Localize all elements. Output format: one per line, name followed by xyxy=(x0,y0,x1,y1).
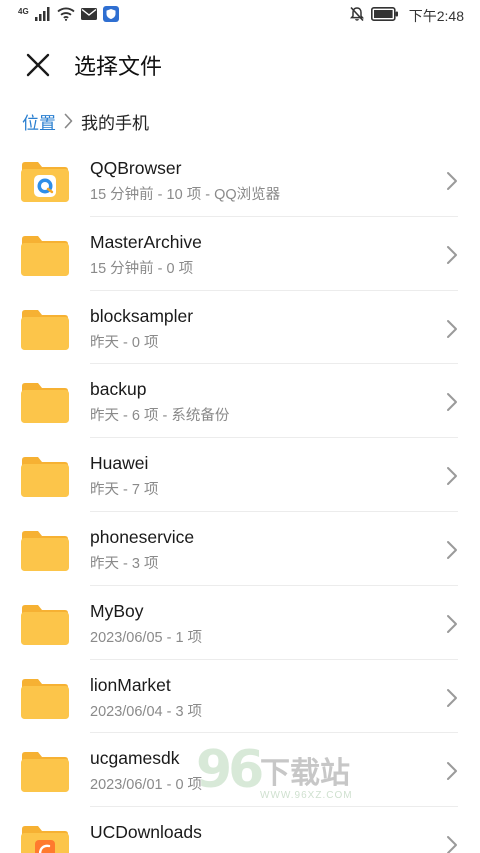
chevron-right-icon xyxy=(64,113,73,129)
status-right: 下午2:48 xyxy=(349,6,464,27)
status-bar: 4G 下午2:48 xyxy=(0,0,480,32)
file-meta: 15 分钟前 - 10 项 - QQ浏览器 xyxy=(90,187,281,203)
file-name: UCDownloads xyxy=(90,822,202,843)
file-text: MasterArchive 15 分钟前 - 0 项 xyxy=(90,231,202,278)
close-button[interactable] xyxy=(18,45,58,85)
file-row[interactable]: MasterArchive 15 分钟前 - 0 项 xyxy=(0,217,480,291)
file-meta: 2023/06/05 - 1 项 xyxy=(90,629,203,646)
file-meta: 2023/06/01 - 0 项 xyxy=(90,777,203,794)
file-row[interactable]: lionMarket 2023/06/04 - 3 项 xyxy=(0,660,480,734)
file-name: phoneservice xyxy=(90,526,195,547)
file-row[interactable]: QQBrowser 15 分钟前 - 10 项 - QQ浏览器 xyxy=(0,143,480,217)
file-text: ucgamesdk 2023/06/01 - 0 项 xyxy=(90,747,202,794)
close-icon xyxy=(26,53,50,77)
file-name: Huawei xyxy=(90,453,149,474)
file-row[interactable]: Huawei 昨天 - 7 项 xyxy=(0,438,480,512)
status-left: 4G xyxy=(18,5,119,27)
file-row[interactable]: phoneservice 昨天 - 3 项 xyxy=(0,512,480,586)
page-title: 选择文件 xyxy=(74,54,163,79)
file-name: MasterArchive xyxy=(90,231,202,252)
breadcrumb: 位置 我的手机 xyxy=(22,106,149,136)
breadcrumb-current: 我的手机 xyxy=(81,113,149,133)
shield-app-icon xyxy=(102,5,119,27)
file-row[interactable]: MyBoy 2023/06/05 - 1 项 xyxy=(0,586,480,660)
battery-icon xyxy=(370,6,399,26)
file-text: backup 昨天 - 6 项 - 系统备份 xyxy=(90,378,229,425)
network-type: 4G xyxy=(18,6,29,16)
file-row[interactable]: backup 昨天 - 6 项 - 系统备份 xyxy=(0,364,480,439)
file-name: MyBoy xyxy=(90,600,144,621)
file-meta: 昨天 - 3 项 xyxy=(90,555,159,572)
file-row[interactable]: blocksampler 昨天 - 0 项 xyxy=(0,291,480,365)
file-meta: 15 分钟前 - 0 项 xyxy=(90,260,194,277)
file-meta: 昨天 - 7 项 xyxy=(90,482,159,499)
app-bar: 选择文件 xyxy=(0,34,480,96)
file-list: QQBrowser 15 分钟前 - 10 项 - QQ浏览器 MasterArch… xyxy=(0,143,480,853)
file-name: blocksampler xyxy=(90,305,194,326)
file-text: QQBrowser 15 分钟前 - 10 项 - QQ浏览器 xyxy=(90,157,280,204)
mail-icon xyxy=(80,7,97,25)
file-name: QQBrowser xyxy=(90,158,182,178)
file-meta: 2023/06/04 - 3 项 xyxy=(90,703,203,720)
file-text: UCDownloads xyxy=(90,821,202,850)
file-text: blocksampler 昨天 - 0 项 xyxy=(90,305,193,352)
clock: 下午2:48 xyxy=(408,8,464,24)
file-name: backup xyxy=(90,379,147,400)
file-text: lionMarket 2023/06/04 - 3 项 xyxy=(90,674,202,721)
file-text: phoneservice 昨天 - 3 项 xyxy=(90,526,194,573)
signal-icon xyxy=(34,6,51,26)
breadcrumb-root-link[interactable]: 位置 xyxy=(22,109,56,134)
mute-bell-icon xyxy=(349,6,365,27)
file-text: Huawei 昨天 - 7 项 xyxy=(90,452,158,499)
file-name: ucgamesdk xyxy=(90,748,180,769)
file-meta: 昨天 - 6 项 - 系统备份 xyxy=(90,408,230,425)
file-name: lionMarket xyxy=(90,674,171,695)
file-row[interactable]: ucgamesdk 2023/06/01 - 0 项 xyxy=(0,733,480,808)
wifi-icon xyxy=(57,7,75,26)
file-meta: 昨天 - 0 项 xyxy=(90,334,159,351)
file-row[interactable]: UCDownloads xyxy=(0,807,480,853)
file-text: MyBoy 2023/06/05 - 1 项 xyxy=(90,600,202,647)
